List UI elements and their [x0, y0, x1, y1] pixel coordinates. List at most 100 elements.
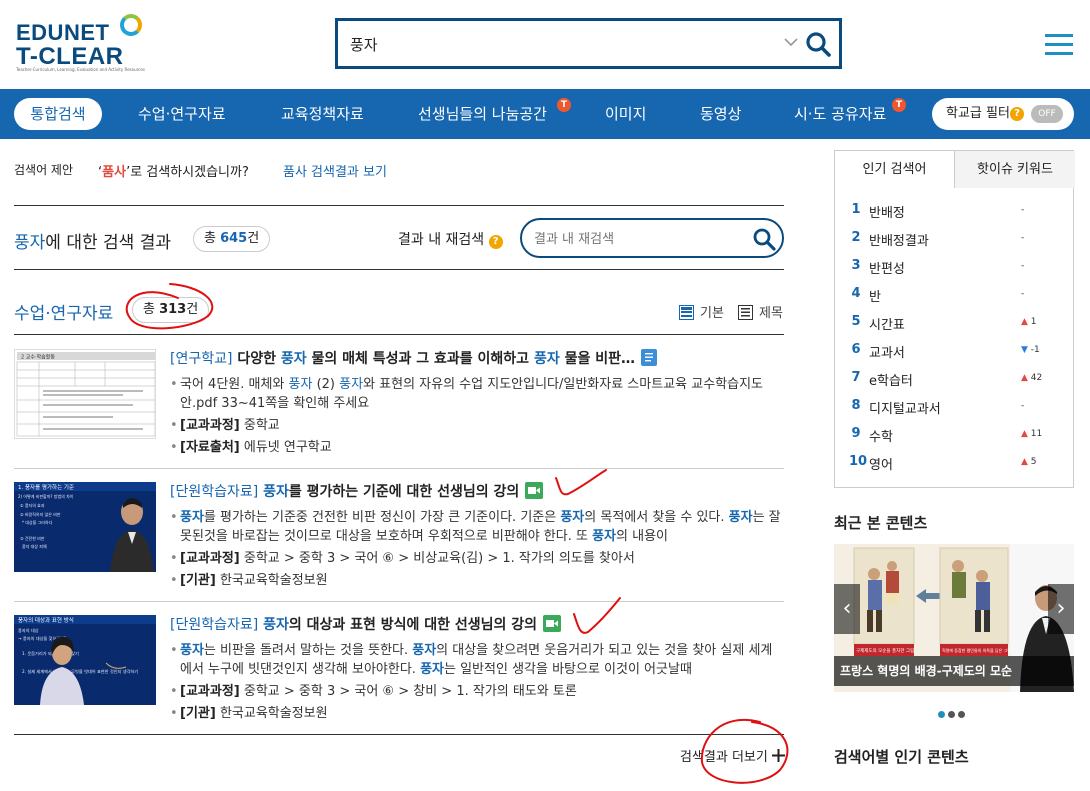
- rank-number: 8: [851, 398, 861, 413]
- thumbnail-line: 풍자의 대상: [18, 627, 39, 634]
- school-level-filter[interactable]: 학교급 필터 ? OFF: [932, 98, 1074, 130]
- tab-class-research[interactable]: 수업·연구자료: [138, 89, 226, 139]
- result-thumbnail[interactable]: 2 교수·학습활동: [14, 349, 156, 439]
- recent-content-title: 최근 본 콘텐츠: [834, 514, 928, 532]
- divider: [14, 205, 784, 206]
- view-basic-button[interactable]: 기본: [679, 302, 724, 321]
- suggest-text: ‘품사’로 검색하시겠습니까?: [98, 161, 249, 180]
- meta-label: [교과과정]: [180, 684, 240, 699]
- carousel-next-button[interactable]: ›: [1048, 584, 1074, 634]
- tab-images[interactable]: 이미지: [605, 89, 646, 139]
- view-title-button[interactable]: 제목: [738, 302, 783, 321]
- help-icon[interactable]: ?: [488, 235, 503, 249]
- rank-change-value: 42: [1030, 373, 1043, 383]
- desc-part: 국어 4단원. 매체와: [180, 377, 289, 392]
- filter-toggle[interactable]: OFF: [1031, 105, 1063, 123]
- rank-keyword[interactable]: 디지털교과서: [869, 398, 941, 417]
- recent-content-carousel[interactable]: 구제제도의 모순을 풍자한 그림 혁명에 동참한 평민들의 의욕을 담은 그림 …: [834, 544, 1074, 692]
- result-title[interactable]: [단원학습자료] 풍자의 대상과 표현 방식에 대한 선생님의 강의: [170, 615, 784, 635]
- search-icon[interactable]: [805, 31, 831, 57]
- rank-keyword[interactable]: 영어: [869, 454, 893, 473]
- rank-item[interactable]: 5 시간표 ▲ 1: [835, 306, 1075, 334]
- suggest-question: ’로 검색하시겠습니까?: [126, 165, 249, 180]
- research-label: 결과 내 재검색 ?: [398, 229, 503, 249]
- suggest-link[interactable]: 품사 검색결과 보기: [283, 161, 387, 180]
- title-part: 를 평가하는 기준에 대한 선생님의 강의: [288, 484, 520, 500]
- rank-keyword[interactable]: 반배정결과: [869, 230, 929, 249]
- search-icon[interactable]: [752, 227, 776, 251]
- section-count-prefix: 총: [143, 302, 160, 317]
- rank-item[interactable]: 10 영어 ▲ 5: [835, 446, 1075, 474]
- result-category: [단원학습자료]: [170, 617, 259, 633]
- help-icon[interactable]: ?: [1010, 107, 1024, 121]
- suggest-label: 검색어 제안: [14, 163, 74, 177]
- rank-change: -: [1021, 205, 1024, 215]
- rank-keyword[interactable]: e학습터: [869, 370, 913, 389]
- main-search-input[interactable]: [350, 31, 770, 57]
- desc-keyword: 풍자: [288, 377, 313, 392]
- result-title[interactable]: [단원학습자료] 풍자를 평가하는 기준에 대한 선생님의 강의: [170, 482, 784, 502]
- carousel-dot[interactable]: [938, 711, 945, 718]
- title-part: 물의 매체 특성과 그 효과를 이해하고: [306, 351, 534, 367]
- carousel-dot[interactable]: [958, 711, 965, 718]
- result-thumbnail[interactable]: 풍자의 대상과 표현 방식 풍자의 대상 → 풍자의 대상을 찾으려면? 1. …: [14, 615, 156, 705]
- rank-change-value: 11: [1030, 429, 1043, 439]
- tab-edu-policy[interactable]: 교육정책자료: [281, 89, 364, 139]
- rank-item[interactable]: 8 디지털교과서 -: [835, 390, 1075, 418]
- rank-number: 7: [851, 370, 861, 385]
- more-results-button[interactable]: 검색결과 더보기: [680, 746, 785, 765]
- tab-region-sharing[interactable]: 시·도 공유자료: [794, 89, 886, 139]
- more-results-label: 검색결과 더보기: [680, 750, 768, 765]
- desc-keyword: 풍자: [180, 643, 204, 658]
- results-keyword: 풍자: [14, 233, 46, 253]
- divider: [14, 269, 784, 270]
- tab-teacher-sharing[interactable]: 선생님들의 나눔공간: [418, 89, 547, 139]
- rank-keyword[interactable]: 반: [869, 286, 881, 305]
- meta-label: [교과과정]: [180, 418, 240, 433]
- result-title[interactable]: [연구학교] 다양한 풍자 물의 매체 특성과 그 효과를 이해하고 풍자 물을…: [170, 349, 784, 369]
- result-meta-curriculum: [교과과정] 중학교 > 중학 3 > 국어 ⑥ > 창비 > 1. 작가의 태…: [170, 682, 784, 701]
- thumbnail-line: ① 풍자의 효과: [20, 502, 45, 508]
- meta-value: 한국교육학술정보원: [215, 706, 328, 721]
- rank-keyword[interactable]: 시간표: [869, 314, 905, 333]
- rank-change: ▼ -1: [1021, 345, 1040, 355]
- rank-keyword[interactable]: 반편성: [869, 258, 905, 277]
- rank-change-value: 5: [1030, 457, 1037, 467]
- rank-change: ▲ 1: [1021, 317, 1037, 327]
- rank-item[interactable]: 9 수학 ▲ 11: [835, 418, 1075, 446]
- research-input[interactable]: [534, 229, 734, 249]
- rank-item[interactable]: 6 교과서 ▼ -1: [835, 334, 1075, 362]
- carousel-caption[interactable]: 프랑스 혁명의 배경-구제도의 모순: [834, 656, 1074, 686]
- meta-value: 중학교 > 중학 3 > 국어 ⑥ > 창비 > 1. 작가의 태도와 토론: [239, 684, 577, 699]
- result-thumbnail[interactable]: 1. 풍자를 평가하는 기준 2) 어떻게 비판할까? 방법의 차이 ① 풍자의…: [14, 482, 156, 572]
- thumbnail-heading: 2 교수·학습활동: [21, 354, 55, 361]
- edunet-logo[interactable]: EDUNET T-CLEAR Teacher-Curriculum, Learn…: [16, 14, 146, 74]
- carousel-image-caption-right: 혁명에 동참한 평민들의 의욕을 담은 그림: [942, 647, 1011, 653]
- title-keyword: 풍자: [533, 351, 560, 367]
- menu-icon[interactable]: [1045, 34, 1073, 56]
- rank-item[interactable]: 2 반배정결과 -: [835, 222, 1075, 250]
- rank-change: -: [1021, 401, 1024, 411]
- tab-videos[interactable]: 동영상: [700, 89, 741, 139]
- rank-number: 5: [851, 314, 861, 329]
- desc-part: 는 일반적인 생각을 바탕으로 이것이 어긋날때: [444, 662, 692, 677]
- arrow-up-icon: ▲: [1021, 429, 1031, 439]
- tab-integrated-search[interactable]: 통합검색: [14, 98, 102, 130]
- rank-number: 4: [851, 286, 861, 301]
- rank-item[interactable]: 4반 -: [835, 278, 1075, 306]
- rank-item[interactable]: 3 반편성 -: [835, 250, 1075, 278]
- video-icon: [543, 615, 562, 632]
- carousel-prev-button[interactable]: ‹: [834, 584, 860, 634]
- carousel-dot[interactable]: [948, 711, 955, 718]
- chevron-down-icon[interactable]: [782, 33, 800, 51]
- tab-popular-keywords[interactable]: 인기 검색어: [835, 151, 955, 188]
- rank-keyword[interactable]: 수학: [869, 426, 893, 445]
- keyword-tabs: 인기 검색어 핫이슈 키워드: [834, 150, 1075, 188]
- rank-item[interactable]: 1 반배정 -: [835, 194, 1075, 222]
- total-count: 645: [220, 231, 248, 246]
- rank-item[interactable]: 7 e학습터 ▲ 42: [835, 362, 1075, 390]
- thumbnail-line: ② 바람직하지 않은 비판: [20, 511, 61, 517]
- tab-hot-issues[interactable]: 핫이슈 키워드: [955, 151, 1075, 188]
- rank-keyword[interactable]: 반배정: [869, 202, 905, 221]
- rank-keyword[interactable]: 교과서: [869, 342, 905, 361]
